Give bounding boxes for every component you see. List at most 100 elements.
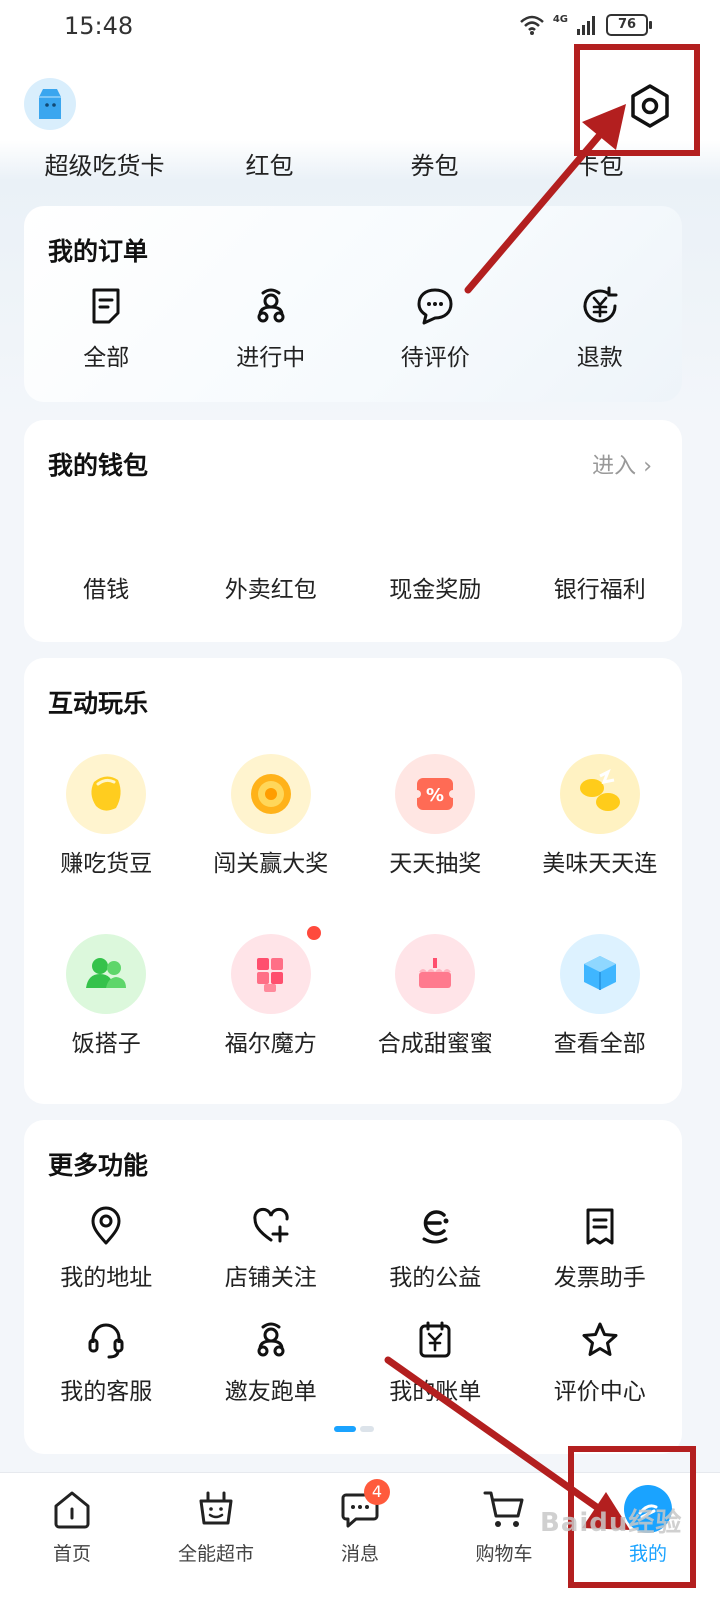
wallet-loan-label: 借钱 xyxy=(83,577,130,603)
quick-link-coupons[interactable]: 券包 xyxy=(352,148,517,188)
wallet-enter-label: 进入 xyxy=(592,454,637,479)
order-in-progress-button[interactable]: 进行中 xyxy=(189,284,354,372)
more-row-1: 我的地址 店铺关注 我的公益 发票助手 xyxy=(24,1204,682,1292)
game-meal-buddy-button[interactable]: 饭搭子 xyxy=(24,934,189,1058)
watermark: Baidu经验 xyxy=(540,1508,683,1538)
cart-icon xyxy=(480,1485,528,1533)
tab-supermarket[interactable]: 全能超市 xyxy=(144,1473,288,1600)
wallet-card: 我的钱包 进入 › 借钱 外卖红包 现金奖励 银行福利 xyxy=(24,420,682,642)
scooter-icon xyxy=(249,284,293,328)
invoice-assistant-button[interactable]: 发票助手 xyxy=(518,1204,683,1292)
tab-messages[interactable]: 4 消息 xyxy=(288,1473,432,1600)
new-indicator-dot xyxy=(306,926,321,940)
page-indicator xyxy=(334,1426,374,1432)
order-all-button[interactable]: 全部 xyxy=(24,284,189,372)
invite-friends-button[interactable]: 邀友跑单 xyxy=(189,1318,354,1406)
order-refund-label: 退款 xyxy=(576,345,623,371)
invoice-assistant-label: 发票助手 xyxy=(553,1265,646,1291)
page-dot xyxy=(360,1426,374,1432)
wallet-bank-benefits-label: 银行福利 xyxy=(553,577,646,603)
game-meal-buddy-label: 饭搭子 xyxy=(71,1031,141,1057)
game-earn-beans-label: 赚吃货豆 xyxy=(60,851,153,877)
store-follow-button[interactable]: 店铺关注 xyxy=(189,1204,354,1292)
cake-icon xyxy=(395,934,476,1014)
customer-service-button[interactable]: 我的客服 xyxy=(24,1318,189,1406)
order-to-review-button[interactable]: 待评价 xyxy=(353,284,518,372)
supermarket-icon xyxy=(192,1485,240,1533)
tab-home-label: 首页 xyxy=(52,1543,91,1565)
wallet-bank-benefits-button[interactable]: 银行福利 xyxy=(518,570,683,604)
order-to-review-label: 待评价 xyxy=(400,345,470,371)
more-functions-card: 更多功能 我的地址 店铺关注 我的公益 发票助手 我的客服 邀友跑单 我的账单 … xyxy=(24,1120,682,1454)
milk-carton-icon xyxy=(39,89,61,119)
wallet-title: 我的钱包 xyxy=(48,451,149,480)
invoice-icon xyxy=(578,1204,622,1248)
game-daily-lottery-label: 天天抽奖 xyxy=(389,851,482,877)
order-doc-icon xyxy=(84,284,128,328)
rubik-cube-icon xyxy=(230,926,321,1014)
wallet-cash-reward-button[interactable]: 现金奖励 xyxy=(353,570,518,604)
games-card: 互动玩乐 赚吃货豆 闯关赢大奖 % 天天抽奖 美味天天连 饭搭子 福尔魔方 合成… xyxy=(24,658,682,1104)
store-follow-label: 店铺关注 xyxy=(224,1265,317,1291)
chevron-right-icon: › xyxy=(643,454,652,479)
review-center-button[interactable]: 评价中心 xyxy=(518,1318,683,1406)
game-rubik-button[interactable]: 福尔魔方 xyxy=(189,926,354,1058)
orders-grid: 全部 进行中 待评价 退款 xyxy=(24,284,682,372)
wallet-takeout-red-packet-button[interactable]: 外卖红包 xyxy=(189,570,354,604)
games-row-2: 饭搭子 福尔魔方 合成甜蜜蜜 查看全部 xyxy=(24,926,683,1058)
bean-icon xyxy=(66,754,147,834)
my-charity-button[interactable]: 我的公益 xyxy=(353,1204,518,1292)
game-tasty-link-button[interactable]: 美味天天连 xyxy=(518,754,683,878)
game-challenge-button[interactable]: 闯关赢大奖 xyxy=(189,754,354,878)
message-badge: 4 xyxy=(364,1479,390,1505)
game-sweet-merge-button[interactable]: 合成甜蜜蜜 xyxy=(353,934,518,1058)
battery-indicator: 76 xyxy=(606,14,652,36)
game-challenge-label: 闯关赢大奖 xyxy=(213,851,329,877)
bill-icon xyxy=(413,1318,457,1362)
star-icon xyxy=(578,1318,622,1362)
game-sweet-merge-label: 合成甜蜜蜜 xyxy=(377,1031,493,1057)
my-bill-button[interactable]: 我的账单 xyxy=(353,1318,518,1406)
annotation-highlight-settings xyxy=(574,44,700,156)
game-earn-beans-button[interactable]: 赚吃货豆 xyxy=(24,754,189,878)
friends-icon xyxy=(66,934,147,1014)
order-in-progress-label: 进行中 xyxy=(236,345,306,371)
customer-service-label: 我的客服 xyxy=(60,1379,153,1405)
lemon-icon xyxy=(559,754,640,834)
orders-card: 我的订单 全部 进行中 待评价 退款 xyxy=(24,206,682,402)
game-view-all-label: 查看全部 xyxy=(553,1031,646,1057)
order-refund-button[interactable]: 退款 xyxy=(518,284,683,372)
orders-title: 我的订单 xyxy=(48,237,149,266)
my-address-button[interactable]: 我的地址 xyxy=(24,1204,189,1292)
quick-link-foodie-card[interactable]: 超级吃货卡 xyxy=(22,148,187,188)
games-row-1: 赚吃货豆 闯关赢大奖 % 天天抽奖 美味天天连 xyxy=(24,754,682,878)
wallet-enter-link[interactable]: 进入 › xyxy=(592,448,652,480)
status-time: 15:48 xyxy=(64,12,134,40)
wallet-loan-button[interactable]: 借钱 xyxy=(24,570,189,604)
quick-link-red-packet[interactable]: 红包 xyxy=(187,148,352,188)
comment-icon xyxy=(413,284,457,328)
charity-icon xyxy=(413,1204,457,1248)
wallet-grid: 借钱 外卖红包 现金奖励 银行福利 xyxy=(24,570,682,604)
network-type: 4G xyxy=(552,13,568,25)
page-dot-active xyxy=(334,1426,356,1432)
wifi-icon xyxy=(519,15,544,35)
tab-cart-label: 购物车 xyxy=(475,1543,533,1565)
wallet-cash-reward-label: 现金奖励 xyxy=(389,577,482,603)
heart-plus-icon xyxy=(249,1204,293,1248)
game-daily-lottery-button[interactable]: % 天天抽奖 xyxy=(353,754,518,878)
more-row-2: 我的客服 邀友跑单 我的账单 评价中心 xyxy=(24,1318,682,1406)
status-icons: 4G 76 xyxy=(519,13,652,36)
game-view-all-button[interactable]: 查看全部 xyxy=(518,934,683,1058)
svg-text:%: % xyxy=(426,785,444,806)
tab-home[interactable]: 首页 xyxy=(0,1473,144,1600)
scooter-icon xyxy=(249,1318,293,1362)
headset-icon xyxy=(84,1318,128,1362)
signal-icon xyxy=(577,16,595,35)
avatar[interactable] xyxy=(24,78,76,130)
game-tasty-link-label: 美味天天连 xyxy=(542,851,658,877)
more-functions-title: 更多功能 xyxy=(48,1151,149,1180)
home-icon xyxy=(48,1485,96,1533)
location-pin-icon xyxy=(84,1204,128,1248)
my-charity-label: 我的公益 xyxy=(389,1265,482,1291)
